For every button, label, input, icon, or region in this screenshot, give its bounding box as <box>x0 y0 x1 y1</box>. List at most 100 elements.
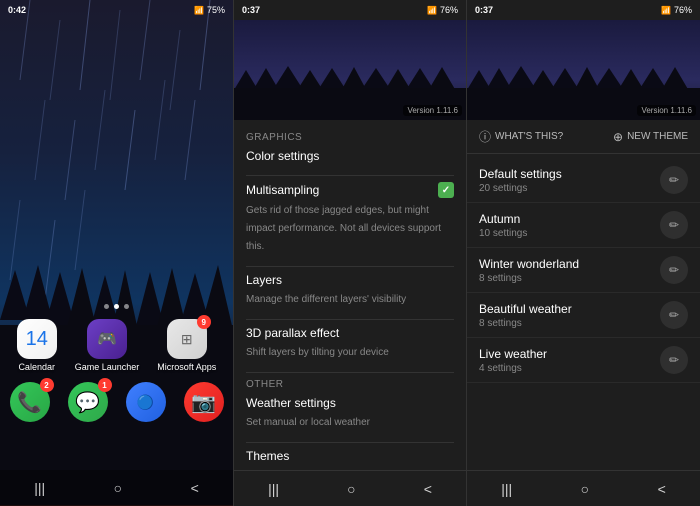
dock-phone[interactable]: 📞 2 <box>10 382 50 422</box>
weather-settings-item[interactable]: Weather settings Set manual or local wea… <box>246 396 454 430</box>
app-calendar[interactable]: 14 Calendar <box>17 319 57 372</box>
nav-home-btn[interactable]: ○ <box>114 480 122 496</box>
theme-item-winter[interactable]: Winter wonderland 8 settings ✏ <box>467 248 700 293</box>
divider-1 <box>246 175 454 176</box>
status-icons-panel3: 📶 76% <box>661 5 692 15</box>
app-row-main: 14 Calendar 🎮 Game Launcher ⊞ 9 Microsof… <box>2 319 232 372</box>
dot-1 <box>104 304 109 309</box>
settings-list: Graphics Color settings Multisampling Ge… <box>234 120 466 470</box>
ms-icon-wrap[interactable]: ⊞ 9 <box>167 319 207 359</box>
phone-badge: 2 <box>40 378 54 392</box>
theme-edit-default[interactable]: ✏ <box>660 166 688 194</box>
multisampling-desc: Gets rid of those jagged edges, but migh… <box>246 205 441 252</box>
themes-header: Themes <box>246 449 454 463</box>
theme-item-default[interactable]: Default settings 20 settings ✏ <box>467 158 700 203</box>
signal-icon-p2: 📶 <box>427 6 437 15</box>
divider-5 <box>246 442 454 443</box>
theme-item-live-weather[interactable]: Live weather 4 settings ✏ <box>467 338 700 383</box>
battery-panel3: 76% <box>674 5 692 15</box>
dock-messages[interactable]: 💬 1 <box>68 382 108 422</box>
dock-camera[interactable]: 📷 <box>184 382 224 422</box>
theme-count-beautiful-weather: 8 settings <box>479 318 660 329</box>
layers-header: Layers <box>246 273 454 287</box>
status-icons-panel2: 📶 76% <box>427 5 458 15</box>
theme-edit-autumn[interactable]: ✏ <box>660 211 688 239</box>
dock-row: 📞 2 💬 1 🔵 📷 <box>0 378 233 426</box>
page-dots <box>104 304 129 309</box>
theme-info-default: Default settings 20 settings <box>479 167 660 194</box>
app-game-launcher[interactable]: 🎮 Game Launcher <box>75 319 140 372</box>
clock-panel3: 0:37 <box>475 5 493 15</box>
theme-count-default: 20 settings <box>479 183 660 194</box>
nav-bar-panel3: ||| ○ < <box>467 470 700 506</box>
nav-back-btn[interactable]: < <box>191 480 199 496</box>
calendar-icon-wrap[interactable]: 14 <box>17 319 57 359</box>
game-label: Game Launcher <box>75 362 140 372</box>
game-icon: 🎮 <box>97 329 117 349</box>
theme-count-live-weather: 4 settings <box>479 363 660 374</box>
msg-badge: 1 <box>98 378 112 392</box>
divider-3 <box>246 319 454 320</box>
nav-bar-panel1: ||| ○ < <box>0 470 233 506</box>
layers-item[interactable]: Layers Manage the different layers' visi… <box>246 273 454 307</box>
themes-title: Themes <box>246 449 289 463</box>
clock-panel2: 0:37 <box>242 5 260 15</box>
graphics-section-label: Graphics <box>246 132 454 143</box>
calendar-label: Calendar <box>18 362 55 372</box>
new-theme-label: NEW THEME <box>627 131 688 142</box>
parallax-item[interactable]: 3D parallax effect Shift layers by tilti… <box>246 326 454 360</box>
parallax-title: 3D parallax effect <box>246 326 339 340</box>
nav-recent-btn-p3[interactable]: ||| <box>501 481 512 497</box>
theme-name-beautiful-weather: Beautiful weather <box>479 302 660 316</box>
dot-2 <box>114 304 119 309</box>
theme-item-autumn[interactable]: Autumn 10 settings ✏ <box>467 203 700 248</box>
layers-title: Layers <box>246 273 282 287</box>
layers-desc: Manage the different layers' visibility <box>246 294 406 305</box>
multisampling-checkbox[interactable] <box>438 182 454 198</box>
themes-item[interactable]: Themes Manage and apply sets of settings <box>246 449 454 470</box>
theme-item-beautiful-weather[interactable]: Beautiful weather 8 settings ✏ <box>467 293 700 338</box>
new-theme-btn[interactable]: ⊕ NEW THEME <box>613 130 688 144</box>
nav-back-btn-p2[interactable]: < <box>424 481 432 497</box>
theme-info-beautiful-weather: Beautiful weather 8 settings <box>479 302 660 329</box>
theme-count-autumn: 10 settings <box>479 228 660 239</box>
app-microsoft[interactable]: ⊞ 9 Microsoft Apps <box>157 319 216 372</box>
color-settings-header: Color settings <box>246 149 454 163</box>
version-badge-p2: Version 1.11.6 <box>403 105 462 116</box>
nav-bar-panel2: ||| ○ < <box>234 470 466 506</box>
color-settings-item[interactable]: Color settings <box>246 149 454 163</box>
signal-icon: 📶 <box>194 6 204 15</box>
signal-icon-p3: 📶 <box>661 6 671 15</box>
game-icon-wrap[interactable]: 🎮 <box>87 319 127 359</box>
nav-home-btn-p3[interactable]: ○ <box>581 481 589 497</box>
divider-2 <box>246 266 454 267</box>
themes-list: Default settings 20 settings ✏ Autumn 10… <box>467 154 700 470</box>
color-settings-title: Color settings <box>246 149 319 163</box>
settings-preview: Version 1.11.6 <box>234 20 466 120</box>
dock-bixby[interactable]: 🔵 <box>126 382 166 422</box>
nav-recent-btn-p2[interactable]: ||| <box>268 481 279 497</box>
theme-name-live-weather: Live weather <box>479 347 660 361</box>
nav-back-btn-p3[interactable]: < <box>658 481 666 497</box>
other-section-label: Other <box>246 379 454 390</box>
theme-edit-winter[interactable]: ✏ <box>660 256 688 284</box>
parallax-desc: Shift layers by tilting your device <box>246 347 389 358</box>
themes-panel: 0:37 📶 76% <box>467 0 700 506</box>
status-icons-panel1: 📶 75% <box>194 5 225 15</box>
whats-this-btn[interactable]: ⓘ WHAT'S THIS? <box>479 128 563 145</box>
theme-edit-live-weather[interactable]: ✏ <box>660 346 688 374</box>
ms-icon: ⊞ <box>181 331 193 348</box>
ms-label: Microsoft Apps <box>157 362 216 372</box>
theme-edit-beautiful-weather[interactable]: ✏ <box>660 301 688 329</box>
weather-settings-desc: Set manual or local weather <box>246 417 370 428</box>
nav-home-btn-p2[interactable]: ○ <box>347 481 355 497</box>
theme-name-winter: Winter wonderland <box>479 257 660 271</box>
multisampling-item[interactable]: Multisampling Gets rid of those jagged e… <box>246 182 454 254</box>
weather-settings-title: Weather settings <box>246 396 336 410</box>
status-bar-panel1: 0:42 📶 75% <box>0 0 233 20</box>
calendar-icon: 14 <box>26 328 48 351</box>
nav-recent-btn[interactable]: ||| <box>34 480 45 496</box>
divider-4 <box>246 372 454 373</box>
info-icon: ⓘ <box>479 128 491 145</box>
theme-count-winter: 8 settings <box>479 273 660 284</box>
